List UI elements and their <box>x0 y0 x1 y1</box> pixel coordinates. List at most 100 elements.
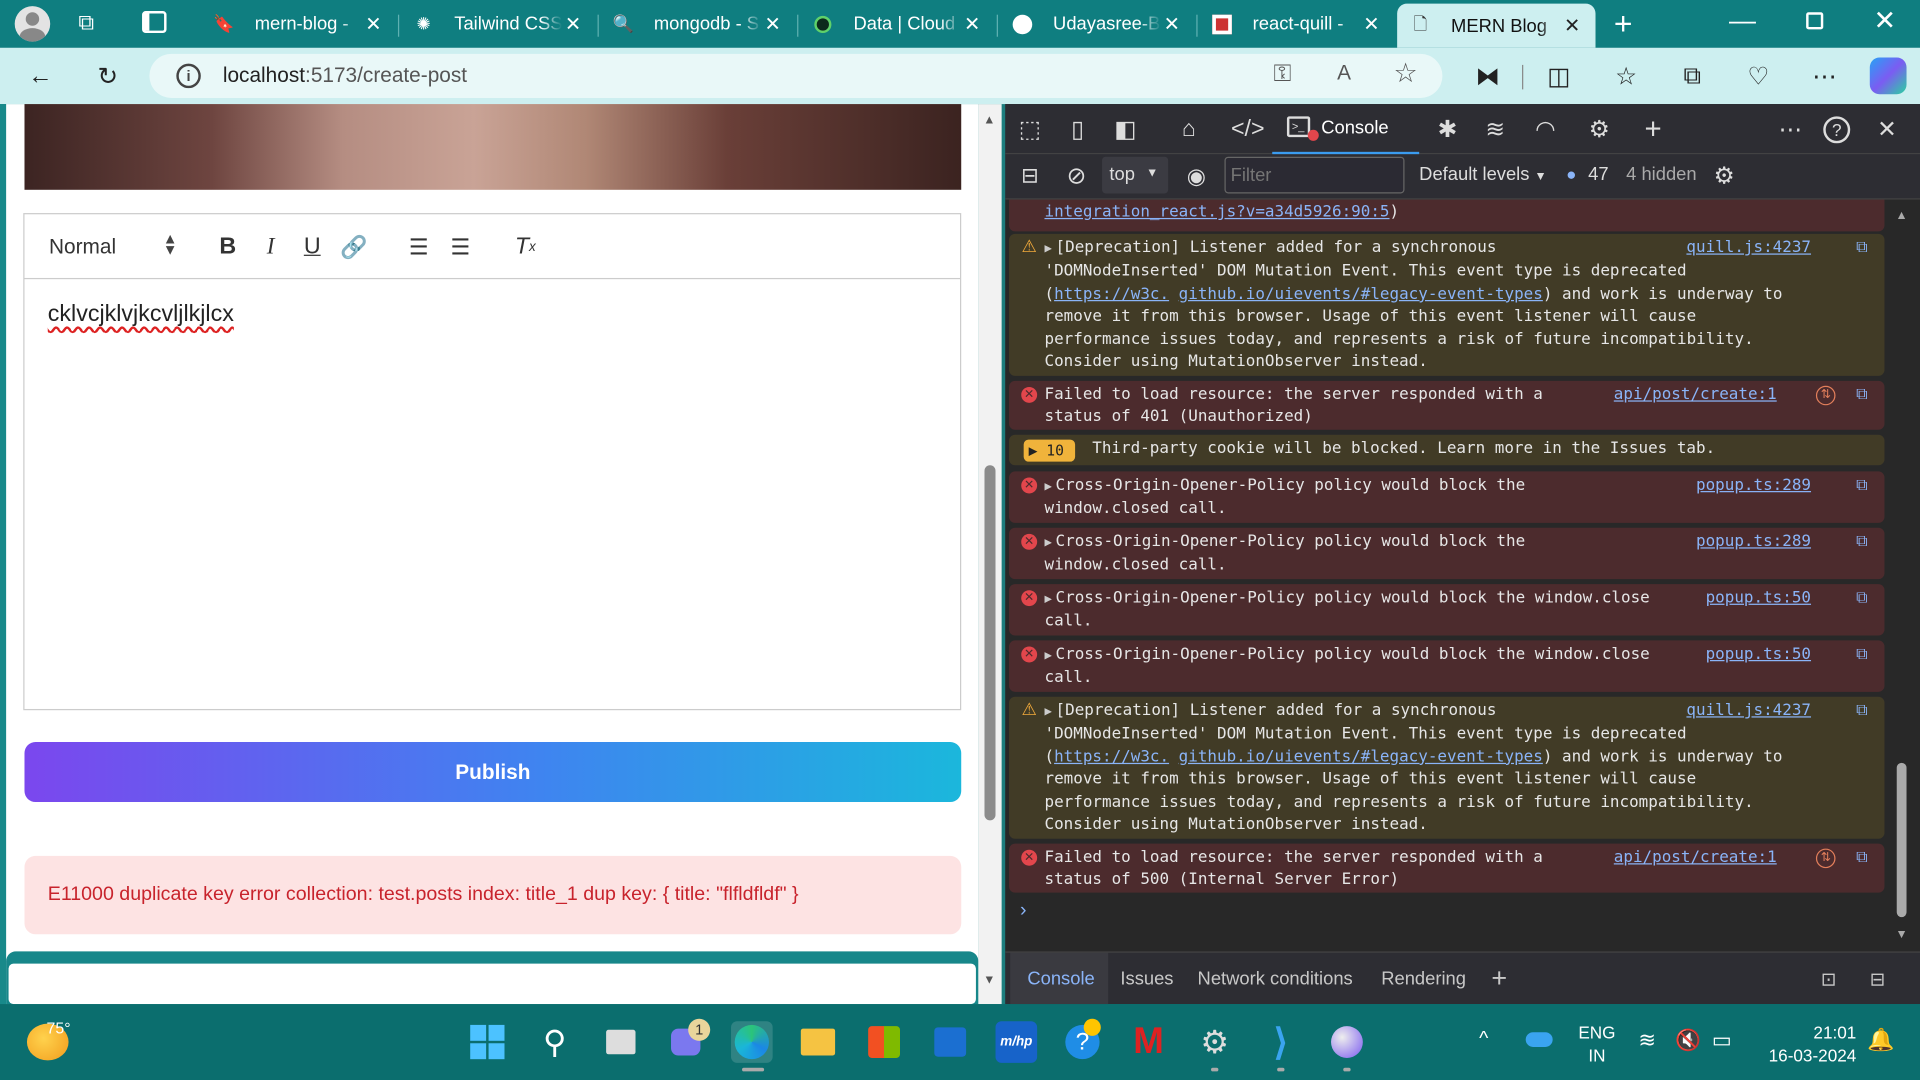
drawer-tab-network-conditions[interactable]: Network conditions <box>1198 969 1353 990</box>
live-expression-eye-icon[interactable]: ◉ <box>1180 160 1212 192</box>
dock-drawer-icon[interactable]: ⊡ <box>1821 969 1836 991</box>
battery-icon[interactable]: ▭ <box>1712 1029 1732 1053</box>
copilot-explain-icon[interactable]: ⧉ <box>1853 386 1871 404</box>
more-tools-plus-icon[interactable]: + <box>1637 113 1669 146</box>
tab-mongodb-search[interactable]: 🔍 mongodb - S ✕ <box>600 6 796 42</box>
console-filter-input[interactable] <box>1224 156 1405 194</box>
add-drawer-tab-icon[interactable]: + <box>1491 962 1507 994</box>
copilot-icon[interactable] <box>1869 57 1907 95</box>
mcafee-shield-icon[interactable]: M <box>1128 1021 1170 1063</box>
drawer-tab-issues[interactable]: Issues <box>1120 969 1173 990</box>
vscode-icon[interactable]: ⟩ <box>1260 1021 1302 1063</box>
format-select-arrows-icon[interactable]: ▲ ▼ <box>163 231 178 257</box>
windows-start-icon[interactable] <box>467 1021 509 1063</box>
onedrive-cloud-icon[interactable] <box>1525 1032 1553 1047</box>
close-tab-icon[interactable]: ✕ <box>362 12 384 36</box>
context-select[interactable]: top ▼ <box>1102 156 1169 194</box>
welcome-home-icon[interactable]: ⌂ <box>1173 114 1205 146</box>
notification-bell-icon[interactable]: 🔔 <box>1867 1027 1894 1053</box>
window-close-icon[interactable]: ✕ <box>1873 5 1896 37</box>
dock-side-icon[interactable]: ◧ <box>1109 114 1141 146</box>
close-drawer-icon[interactable]: ⊟ <box>1870 969 1885 991</box>
drawer-tab-rendering[interactable]: Rendering <box>1381 969 1466 990</box>
read-aloud-icon[interactable]: A <box>1337 61 1351 85</box>
console-error-500[interactable]: ✕ api/post/create:1 ⇅ ⧉ Failed to load r… <box>1008 843 1885 893</box>
console-scrollbar[interactable]: ▲ ▼ <box>1894 209 1910 944</box>
issues-count-badge[interactable]: ▶ 10 <box>1023 439 1076 462</box>
weather-temp[interactable]: 75° <box>47 1019 71 1037</box>
tab-github[interactable]: Udayasree-B ✕ <box>999 6 1195 42</box>
info-icon[interactable]: i <box>176 63 201 89</box>
sidebar-toggle-icon[interactable]: ⊟ <box>1014 160 1046 192</box>
tab-mern-blog-active[interactable]: 🗋 MERN Blog ✕ <box>1397 3 1596 48</box>
new-tab-icon[interactable]: + <box>1614 5 1643 42</box>
publish-button[interactable]: Publish <box>24 742 962 803</box>
elements-icon[interactable]: </> <box>1231 114 1265 146</box>
editor-content[interactable]: cklvcjklvjkcvljlkjlcx <box>48 301 234 328</box>
speaker-muted-icon[interactable]: 🔇 <box>1675 1029 1701 1053</box>
settings-gear-icon[interactable]: ⚙ <box>1583 114 1615 146</box>
link-icon[interactable]: 🔗 <box>340 231 367 263</box>
console-error-401[interactable]: ✕ api/post/create:1 ⇅ ⧉ Failed to load r… <box>1008 380 1885 430</box>
task-view-icon[interactable] <box>600 1021 642 1063</box>
file-explorer-icon[interactable] <box>797 1021 839 1063</box>
bullet-list-icon[interactable]: ☰ <box>447 231 474 263</box>
help-icon[interactable]: ? <box>1823 116 1851 144</box>
log-levels-select[interactable]: Default levels ▼ <box>1419 164 1547 185</box>
refresh-icon[interactable]: ↻ <box>92 60 124 92</box>
microsoft-store-icon[interactable] <box>863 1021 905 1063</box>
app-blue-icon[interactable] <box>929 1021 971 1063</box>
back-arrow-icon[interactable]: ← <box>24 60 56 92</box>
more-menu-icon[interactable]: ⋯ <box>1809 60 1841 92</box>
close-tab-icon[interactable]: ✕ <box>562 12 584 36</box>
console-prompt-chevron-icon[interactable]: › <box>1020 900 1027 922</box>
restore-icon[interactable] <box>1806 12 1824 30</box>
url-text[interactable]: localhost:5173/create-post <box>223 64 467 88</box>
copilot-explain-icon[interactable]: ⧉ <box>1853 533 1871 551</box>
format-select[interactable]: Normal <box>49 235 116 259</box>
performance-icon[interactable]: ◠ <box>1529 114 1561 146</box>
page-scrollbar-thumb[interactable] <box>984 465 996 821</box>
scroll-down-icon[interactable]: ▼ <box>983 973 995 986</box>
close-tab-icon[interactable]: ✕ <box>961 12 983 36</box>
inspect-element-icon[interactable]: ⬚ <box>1014 114 1046 146</box>
edge-browser-icon[interactable] <box>731 1021 773 1063</box>
page-scrollbar[interactable]: ▲ ▼ <box>978 104 1002 1005</box>
language-indicator[interactable]: ENG IN <box>1578 1021 1615 1068</box>
console-warning-deprecation[interactable]: ⚠ quill.js:4237 ⧉ ▶ [Deprecation] Listene… <box>1008 233 1885 376</box>
rich-text-editor[interactable]: Normal ▲ ▼ B I U 🔗 ☰ ☰ Tx cklvcjklvjkcvlj… <box>23 213 962 711</box>
bold-icon[interactable]: B <box>214 231 241 263</box>
collections-icon[interactable]: ⧉ <box>1676 60 1708 92</box>
mylio-icon[interactable]: m/hp <box>995 1021 1038 1063</box>
close-tab-icon[interactable]: ✕ <box>762 12 784 36</box>
copilot-explain-icon[interactable]: ⧉ <box>1853 589 1871 607</box>
tab-mongodb-cloud[interactable]: Data | Cloud ✕ <box>800 6 996 42</box>
search-icon[interactable]: ⚲ <box>534 1021 576 1063</box>
minimize-icon[interactable]: — <box>1729 5 1756 37</box>
scroll-down-icon[interactable]: ▼ <box>1896 928 1908 941</box>
italic-icon[interactable]: I <box>257 231 284 263</box>
console-error-coop-3[interactable]: ✕ popup.ts:50 ⧉ ▶ Cross-Origin-Opener-Pol… <box>1008 584 1885 636</box>
console-settings-gear-icon[interactable]: ⚙ <box>1708 160 1740 192</box>
devtools-menu-icon[interactable]: ⋯ <box>1774 114 1806 146</box>
key-icon[interactable]: ⚿ <box>1273 61 1291 88</box>
copilot-explain-icon[interactable]: ⧉ <box>1853 849 1871 867</box>
settings-gear-icon[interactable]: ⚙ <box>1194 1021 1236 1063</box>
browser-essentials-icon[interactable]: ♡ <box>1742 60 1774 92</box>
close-tab-icon[interactable]: ✕ <box>1360 12 1382 36</box>
address-bar[interactable]: i localhost:5173/create-post ⚿ A ☆ <box>149 53 1443 98</box>
network-request-icon[interactable]: ⇅ <box>1815 385 1836 406</box>
network-wifi-icon[interactable]: ≋ <box>1479 114 1511 146</box>
wifi-icon[interactable]: ≋ <box>1638 1029 1655 1053</box>
copilot-explain-icon[interactable]: ⧉ <box>1853 702 1871 720</box>
network-request-icon[interactable]: ⇅ <box>1815 848 1836 869</box>
message-count[interactable]: 47 <box>1588 164 1608 185</box>
close-tab-icon[interactable]: ✕ <box>1561 13 1583 37</box>
tab-tailwind[interactable]: ✺ Tailwind CSS ✕ <box>400 6 596 42</box>
close-tab-icon[interactable]: ✕ <box>1161 12 1183 36</box>
favorites-icon[interactable]: ☆ <box>1610 60 1642 92</box>
console-error-coop-2[interactable]: ✕ popup.ts:289 ⧉ ▶ Cross-Origin-Opener-Po… <box>1008 527 1885 580</box>
close-devtools-icon[interactable]: ✕ <box>1871 114 1903 146</box>
tab-actions-icon[interactable] <box>142 11 167 34</box>
workspaces-icon[interactable]: ⧉ <box>78 10 105 37</box>
